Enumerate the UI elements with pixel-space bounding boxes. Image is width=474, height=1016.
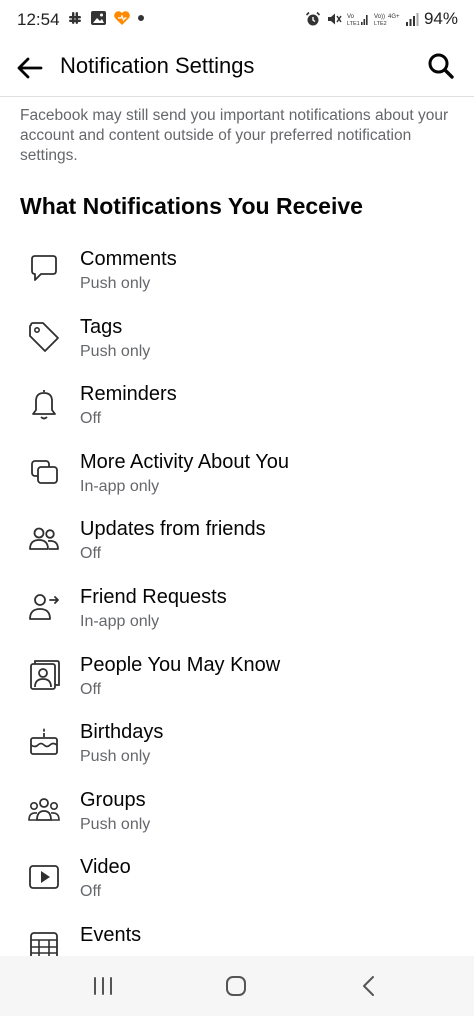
system-navigation-bar [0,956,474,1016]
item-value: Off [80,680,102,698]
list-item-more-activity[interactable]: More Activity About You In-app only [0,441,474,509]
item-value: Off [80,545,102,563]
home-icon [226,976,246,996]
search-icon [428,53,454,79]
battery-level: 94% [423,9,458,28]
friend-request-icon [26,589,62,625]
item-label: Comments [80,248,177,270]
svg-text:4G+: 4G+ [388,14,400,20]
item-label: Reminders [80,383,177,406]
notification-notice: Facebook may still send you important no… [20,107,449,164]
item-label: Friend Requests [80,585,227,608]
list-item-birthdays[interactable]: Birthdays Push only [0,711,474,779]
item-label: Groups [80,788,146,811]
birthday-cake-icon [26,724,62,760]
item-value: Off [80,410,102,428]
notification-type-list: Comments Push only Tags Push only Remind… [0,238,474,982]
activity-icon [26,454,62,490]
more-notifications-dot-icon [138,15,144,21]
comment-icon [26,251,62,287]
list-item-updates-from-friends[interactable]: Updates from friends Off [0,508,474,576]
list-item-people-you-may-know[interactable]: People You May Know Off [0,644,474,712]
signal-sim1-icon: Vo LTE1 [347,14,368,27]
system-back-button[interactable] [354,972,384,1000]
list-item-groups[interactable]: Groups Push only [0,779,474,847]
tag-icon [26,319,62,355]
item-label: Events [80,923,142,946]
people-you-may-know-icon [26,657,62,693]
search-button[interactable] [426,51,456,81]
back-arrow-icon [17,57,43,79]
svg-text:LTE2: LTE2 [374,21,387,27]
signal-bars-icon [405,13,419,26]
svg-text:LTE1: LTE1 [347,21,360,27]
recent-apps-icon [94,977,112,995]
list-item-comments[interactable]: Comments Push only [0,238,474,306]
item-label: Tags [80,315,123,338]
status-bar: 12:54 Vo LTE1 Vo)) LTE2 4G+ 94% [0,0,474,40]
recent-apps-button[interactable] [88,972,118,1000]
item-value: Push only [80,275,151,292]
friends-icon [26,521,62,557]
mute-icon [327,13,342,25]
item-value: In-app only [80,477,160,495]
item-label: More Activity About You [80,450,290,473]
item-label: Birthdays [80,721,164,744]
groups-icon [26,792,62,828]
system-back-icon [363,976,374,996]
svg-text:Vo)): Vo)) [374,14,385,20]
heart-app-icon [114,11,130,25]
item-label: Video [80,856,131,879]
list-item-reminders[interactable]: Reminders Off [0,373,474,441]
item-value: Off [80,883,102,901]
home-button[interactable] [221,972,251,1000]
slack-icon [69,12,81,24]
app-bar: Notification Settings [0,40,474,97]
item-value: Push only [80,342,151,360]
svg-text:Vo: Vo [347,14,355,20]
status-notification-icons [66,9,145,27]
bell-icon [26,386,62,422]
signal-sim2-icon: Vo)) LTE2 4G+ [374,14,400,27]
page-title: Notification Settings [60,53,255,78]
item-value: In-app only [80,612,160,630]
gallery-icon [91,11,106,25]
status-system-icons: Vo LTE1 Vo)) LTE2 4G+ 94% [305,9,458,29]
section-title: What Notifications You Receive [20,193,363,219]
status-time: 12:54 [17,10,60,29]
item-value: Push only [80,748,151,766]
list-item-tags[interactable]: Tags Push only [0,306,474,374]
item-label: People You May Know [80,653,281,676]
list-item-friend-requests[interactable]: Friend Requests In-app only [0,576,474,644]
alarm-icon [305,11,321,26]
item-value: Push only [80,815,151,833]
back-button[interactable] [14,52,46,84]
item-label: Updates from friends [80,518,266,541]
list-item-video[interactable]: Video Off [0,846,474,914]
video-play-icon [26,859,62,895]
